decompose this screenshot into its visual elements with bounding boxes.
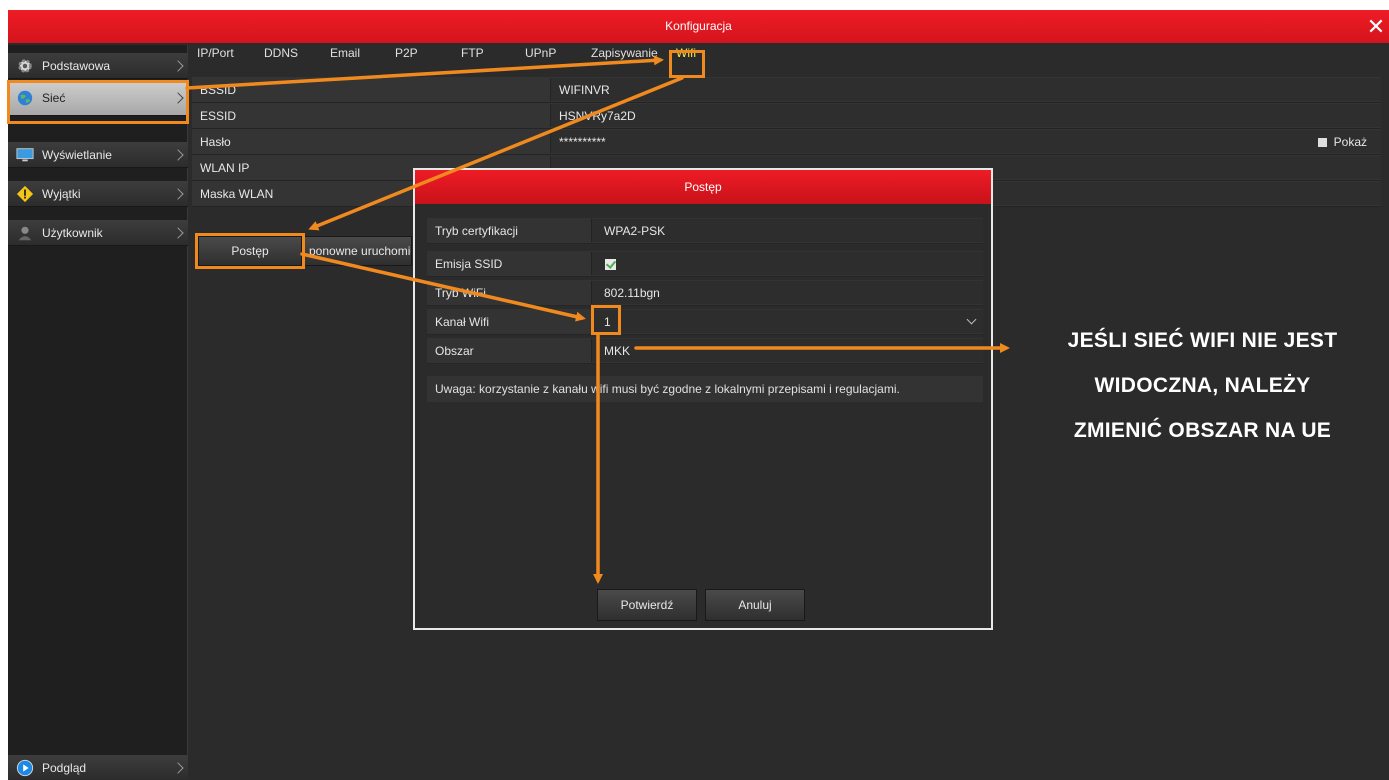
dialog-note: Uwaga: korzystanie z kanału wifi musi by… xyxy=(427,376,983,402)
user-icon xyxy=(18,226,32,240)
wlan-mask-label: Maska WLAN xyxy=(200,187,274,201)
gear-icon xyxy=(18,58,32,73)
dialog-row-cert-mode: Tryb certyfikacji WPA2-PSK xyxy=(427,218,983,244)
chevron-right-icon xyxy=(172,148,184,161)
highlight-channel-value xyxy=(591,305,621,335)
show-password-checkbox[interactable] xyxy=(1317,137,1327,147)
sidebar: Podstawowa Sieć Wyświetlanie Wyjątki Uży… xyxy=(8,45,188,780)
sidebar-item-wyswietlanie[interactable]: Wyświetlanie xyxy=(8,142,188,168)
form-row-bssid: BSSID WIFINVR xyxy=(192,77,1381,103)
highlight-wifi-tab xyxy=(669,50,705,78)
chevron-right-icon xyxy=(172,226,184,239)
wifi-mode-label: Tryb WiFi xyxy=(435,286,486,300)
restart-button[interactable]: ponowne uruchomieni xyxy=(304,236,412,266)
chevron-right-icon xyxy=(172,187,184,200)
chevron-right-icon xyxy=(172,59,184,72)
wifi-channel-label: Kanał Wifi xyxy=(435,315,490,329)
ssid-broadcast-label: Emisja SSID xyxy=(435,257,503,271)
window-title: Konfiguracja xyxy=(665,19,732,33)
sidebar-item-label: Wyjątki xyxy=(42,186,81,201)
tab-email[interactable]: Email xyxy=(330,42,360,64)
cert-mode-value: WPA2-PSK xyxy=(591,219,983,242)
highlight-siec xyxy=(7,80,189,124)
progress-dialog: Postęp Tryb certyfikacji WPA2-PSK Emisja… xyxy=(413,168,993,630)
show-password-toggle[interactable]: Pokaż xyxy=(1317,129,1367,155)
sidebar-item-label: Użytkownik xyxy=(42,225,103,240)
annotation-callout: JEŚLI SIEĆ WIFI NIE JEST WIDOCZNA, NALEŻ… xyxy=(1016,318,1389,453)
essid-label: ESSID xyxy=(200,109,237,123)
annotation-line-1: JEŚLI SIEĆ WIFI NIE JEST xyxy=(1067,329,1338,352)
sidebar-item-wyjatki[interactable]: Wyjątki xyxy=(8,181,188,207)
monitor-icon xyxy=(16,147,34,161)
tab-zapisywanie[interactable]: Zapisywanie xyxy=(591,42,658,64)
tab-ftp[interactable]: FTP xyxy=(461,42,484,64)
dialog-row-ssid-broadcast: Emisja SSID xyxy=(427,251,983,277)
sidebar-item-label: Podgląd xyxy=(42,760,87,775)
sidebar-item-podstawowa[interactable]: Podstawowa xyxy=(8,53,188,79)
tab-ipport[interactable]: IP/Port xyxy=(197,42,234,64)
sidebar-item-uzytkownik[interactable]: Użytkownik xyxy=(8,220,188,246)
sidebar-item-podglad[interactable]: Podgląd xyxy=(8,755,188,780)
cancel-button[interactable]: Anuluj xyxy=(705,589,805,621)
region-label: Obszar xyxy=(435,344,474,358)
essid-field[interactable]: HSNVRy7a2D xyxy=(550,104,1381,127)
form-row-password: Hasło ********** Pokaż xyxy=(192,129,1381,155)
wifi-mode-value: 802.11bgn xyxy=(591,281,983,304)
password-field[interactable]: ********** xyxy=(550,130,1381,153)
wifi-channel-select[interactable]: 1 xyxy=(591,310,983,333)
tab-p2p[interactable]: P2P xyxy=(395,42,418,64)
ssid-broadcast-field xyxy=(591,252,983,275)
bssid-field[interactable]: WIFINVR xyxy=(550,78,1381,101)
window-titlebar: Konfiguracja ✕ xyxy=(8,10,1389,43)
sidebar-item-label: Wyświetlanie xyxy=(42,147,112,162)
tab-upnp[interactable]: UPnP xyxy=(525,42,556,64)
form-row-essid: ESSID HSNVRy7a2D xyxy=(192,103,1381,129)
annotation-line-3: ZMIENIĆ OBSZAR NA UE xyxy=(1073,419,1332,442)
chevron-right-icon xyxy=(172,761,184,774)
wlan-ip-label: WLAN IP xyxy=(200,161,250,175)
dialog-title: Postęp xyxy=(415,170,991,204)
dialog-row-region: Obszar MKK xyxy=(427,338,983,364)
warning-icon xyxy=(16,185,34,202)
ssid-broadcast-checkbox[interactable] xyxy=(605,259,616,270)
cert-mode-label: Tryb certyfikacji xyxy=(435,224,518,238)
bssid-label: BSSID xyxy=(200,83,237,97)
close-icon[interactable]: ✕ xyxy=(1365,10,1387,43)
tab-ddns[interactable]: DDNS xyxy=(264,42,298,64)
password-label: Hasło xyxy=(200,135,231,149)
highlight-progress-button xyxy=(195,233,305,269)
sidebar-item-label: Podstawowa xyxy=(42,58,111,73)
dialog-row-wifi-channel: Kanał Wifi 1 xyxy=(427,309,983,335)
annotation-line-2: WIDOCZNA, NALEŻY xyxy=(1094,374,1311,397)
dialog-row-wifi-mode: Tryb WiFi 802.11bgn xyxy=(427,280,983,306)
play-icon xyxy=(16,759,34,776)
region-select[interactable]: MKK xyxy=(591,339,983,362)
confirm-button[interactable]: Potwierdź xyxy=(597,589,697,621)
show-password-label: Pokaż xyxy=(1333,135,1367,149)
